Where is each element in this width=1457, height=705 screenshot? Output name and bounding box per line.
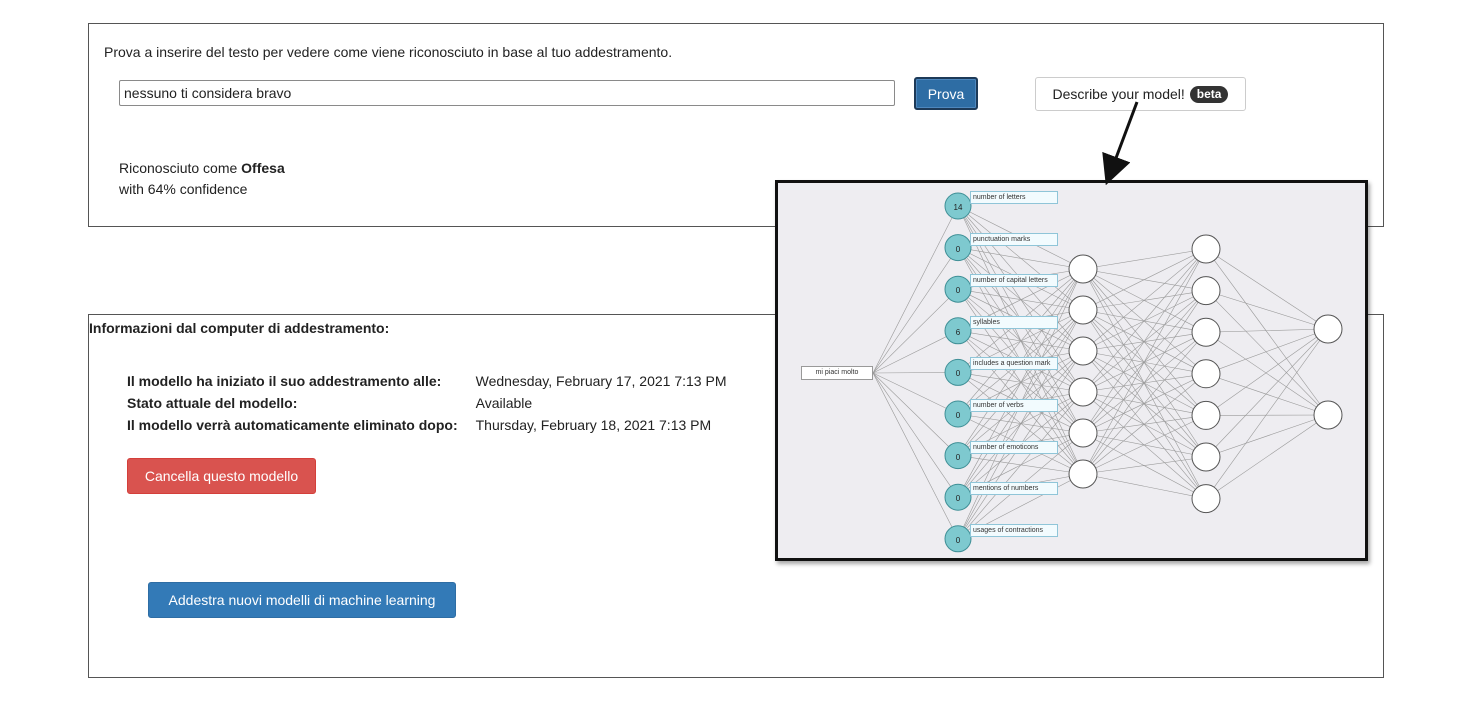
hidden-edge (1082, 248, 1207, 475)
feature-label: syllables (970, 315, 1058, 329)
feature-value: 14 (953, 203, 963, 212)
hidden-node (1191, 317, 1221, 347)
hidden-node (1191, 359, 1221, 389)
feature-value: 0 (955, 494, 961, 504)
output-edge (1205, 328, 1329, 458)
network-input-text: mi piaci molto (801, 366, 873, 380)
result-prefix: Riconosciuto come (119, 160, 242, 176)
info-value: Wednesday, February 17, 2021 7:13 PM (475, 373, 727, 389)
output-node (1313, 314, 1343, 344)
input-edge (872, 372, 959, 415)
hidden-edge (957, 247, 1084, 270)
output-edge (1205, 248, 1329, 330)
feature-value: 0 (955, 369, 961, 379)
feature-label: includes a question mark (970, 357, 1058, 371)
hidden-edge (1082, 290, 1207, 475)
input-edge (872, 247, 959, 374)
feature-label: usages of contractions (970, 523, 1058, 537)
hidden-node (1068, 254, 1098, 284)
info-row: Il modello ha iniziato il suo addestrame… (127, 370, 726, 392)
beta-badge: beta (1189, 85, 1229, 103)
model-info-table: Il modello ha iniziato il suo addestrame… (127, 370, 726, 436)
hidden-edge (1082, 473, 1207, 499)
describe-model-label: Describe your model! (1052, 86, 1185, 102)
hidden-node (1191, 442, 1221, 472)
result-label: Offesa (241, 160, 285, 176)
test-text-input[interactable] (119, 80, 895, 106)
result-confidence: with 64% confidence (119, 181, 248, 197)
recognition-result: Riconosciuto come Offesa with 64% confid… (119, 158, 285, 200)
hidden-node (1191, 276, 1221, 306)
info-key: Il modello verrà automaticamente elimina… (127, 417, 458, 433)
feature-value: 0 (955, 411, 961, 420)
feature-value: 0 (955, 286, 961, 296)
info-row: Il modello verrà automaticamente elimina… (127, 414, 726, 436)
hidden-node (1068, 295, 1098, 325)
output-edge (1205, 290, 1329, 330)
hidden-edge (957, 391, 1084, 539)
output-edge (1205, 373, 1329, 416)
output-edge (1205, 290, 1329, 416)
info-value: Thursday, February 18, 2021 7:13 PM (475, 417, 712, 433)
hidden-node (1191, 484, 1221, 514)
output-edge (1205, 328, 1329, 375)
hidden-node (1068, 418, 1098, 448)
test-prompt: Prova a inserire del testo per vedere co… (104, 44, 673, 60)
output-edge (1205, 328, 1329, 499)
hidden-edge (1082, 248, 1207, 270)
hidden-edge (1082, 332, 1207, 475)
hidden-node (1068, 377, 1098, 407)
train-new-models-button[interactable]: Addestra nuovi modelli di machine learni… (148, 582, 456, 618)
info-title: Informazioni dal computer di addestramen… (89, 320, 390, 336)
feature-label: number of emoticons (970, 440, 1058, 454)
info-key: Stato attuale del modello: (127, 395, 298, 411)
info-row: Stato attuale del modello: Available (127, 392, 726, 414)
prova-button[interactable]: Prova (914, 77, 978, 110)
feature-value: 0 (955, 452, 961, 462)
feature-value: 6 (955, 327, 961, 337)
hidden-node (1068, 459, 1098, 489)
describe-model-button[interactable]: Describe your model! beta (1035, 77, 1246, 111)
hidden-edge (1082, 248, 1207, 352)
feature-value: 0 (955, 244, 961, 254)
info-value: Available (475, 395, 533, 411)
input-edge (872, 330, 959, 374)
hidden-node (1068, 336, 1098, 366)
feature-label: mentions of numbers (970, 482, 1058, 496)
input-edge (872, 372, 959, 498)
feature-value: 0 (955, 535, 961, 545)
hidden-node (1191, 234, 1221, 264)
neural-network-visualization: mi piaci molto number of letters 14 punctu… (775, 180, 1368, 561)
info-key: Il modello ha iniziato il suo addestrame… (127, 373, 442, 389)
output-node (1313, 400, 1343, 430)
feature-label: punctuation marks (970, 232, 1058, 246)
output-edge (1205, 414, 1329, 458)
output-edge (1205, 414, 1329, 499)
feature-label: number of verbs (970, 399, 1058, 412)
feature-label: number of letters (970, 191, 1058, 204)
delete-model-button[interactable]: Cancella questo modello (127, 458, 316, 494)
hidden-node (1191, 400, 1221, 430)
feature-label: number of capital letters (970, 274, 1058, 288)
hidden-edge (957, 309, 1084, 539)
